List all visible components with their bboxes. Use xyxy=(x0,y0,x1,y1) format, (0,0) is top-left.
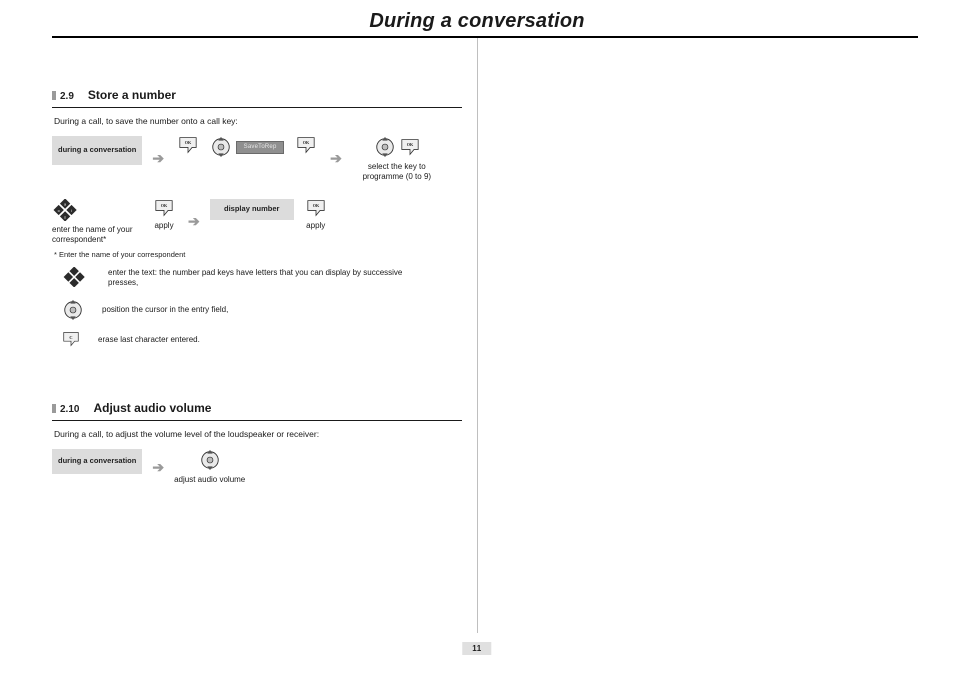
svg-text:C: C xyxy=(69,335,72,340)
caption-adjust-volume: adjust audio volume xyxy=(174,475,245,485)
caption-select-key: select the key to programme (0 to 9) xyxy=(352,162,442,181)
arrow-icon: ➔ xyxy=(150,150,166,167)
arrow-icon: ➔ xyxy=(150,459,166,476)
step-adjust-volume: adjust audio volume xyxy=(174,449,245,485)
flow-row-1: during a conversation ➔ OK xyxy=(52,136,462,181)
ok-key-icon: OK xyxy=(296,136,316,154)
text-field: SaveToRep xyxy=(236,141,284,154)
left-column: 2.9 Store a number During a call, to sav… xyxy=(52,86,462,491)
section-number: 2.10 xyxy=(60,404,79,415)
section-header-volume: 2.10 Adjust audio volume xyxy=(52,399,462,421)
caption-enter-name: enter the name of your correspondent* xyxy=(52,225,142,244)
step-ok-key-2: OK xyxy=(292,136,320,154)
footnote: * Enter the name of your correspondent xyxy=(54,250,462,259)
svg-text:OK: OK xyxy=(161,203,168,208)
section-intro: During a call, to adjust the volume leve… xyxy=(54,429,462,439)
arrow-icon: ➔ xyxy=(328,150,344,167)
page-title: During a conversation xyxy=(0,0,954,33)
ok-key-icon: OK xyxy=(306,199,326,217)
svg-text:OK: OK xyxy=(303,140,310,145)
section-number: 2.9 xyxy=(60,91,74,102)
svg-text:OK: OK xyxy=(313,203,320,208)
ok-key-icon: OK xyxy=(154,199,174,217)
ok-key-icon: OK xyxy=(400,138,420,156)
navigator-icon xyxy=(374,136,396,158)
arrow-icon: ➔ xyxy=(186,213,202,230)
flow-row-volume: during a conversation ➔ adjust audio vol… xyxy=(52,449,462,485)
step-enter-name: a o i s enter the name of your correspon… xyxy=(52,199,142,244)
navigator-icon xyxy=(210,136,232,158)
keypad-diamond-icon xyxy=(62,267,90,289)
svg-text:s: s xyxy=(64,215,66,219)
note-text: enter the text: the number pad keys have… xyxy=(108,268,428,289)
column-separator xyxy=(477,38,478,633)
c-key-icon: C xyxy=(62,331,80,349)
step-apply-1: OK apply xyxy=(150,199,178,231)
svg-text:OK: OK xyxy=(407,142,414,147)
svg-text:OK: OK xyxy=(185,140,192,145)
section-marker xyxy=(52,91,56,100)
section-header-store: 2.9 Store a number xyxy=(52,86,462,108)
section-title: Store a number xyxy=(88,88,176,102)
navigator-icon xyxy=(199,449,221,471)
keypad-diamond-icon: a o i s xyxy=(52,199,80,221)
step-ok-key: OK xyxy=(174,136,202,154)
ok-key-icon: OK xyxy=(178,136,198,154)
page-number: 11 xyxy=(462,642,491,655)
note-line-cursor: position the cursor in the entry field, xyxy=(62,299,462,321)
navigator-icon xyxy=(62,299,84,321)
section-volume: 2.10 Adjust audio volume During a call, … xyxy=(52,399,462,485)
section-intro: During a call, to save the number onto a… xyxy=(54,116,462,126)
step-apply-2: OK apply xyxy=(302,199,330,231)
caption-apply: apply xyxy=(154,221,173,231)
state-box-during-conversation: during a conversation xyxy=(52,136,142,165)
section-marker xyxy=(52,404,56,413)
note-line-keypad: enter the text: the number pad keys have… xyxy=(62,267,462,289)
notes-list: enter the text: the number pad keys have… xyxy=(52,267,462,349)
note-line-erase: C erase last character entered. xyxy=(62,331,462,349)
section-title: Adjust audio volume xyxy=(93,401,211,415)
svg-text:o: o xyxy=(58,209,60,213)
step-select-key: OK select the key to programme (0 to 9) xyxy=(352,136,442,181)
note-text: position the cursor in the entry field, xyxy=(102,305,228,315)
note-text: erase last character entered. xyxy=(98,335,200,345)
step-nav-entry: SaveToRep xyxy=(210,136,284,158)
state-box-during-conversation: during a conversation xyxy=(52,449,142,474)
header-rule xyxy=(52,36,918,38)
caption-apply: apply xyxy=(306,221,325,231)
flow-row-2: a o i s enter the name of your correspon… xyxy=(52,199,462,244)
state-box-display-number: display number xyxy=(210,199,294,220)
